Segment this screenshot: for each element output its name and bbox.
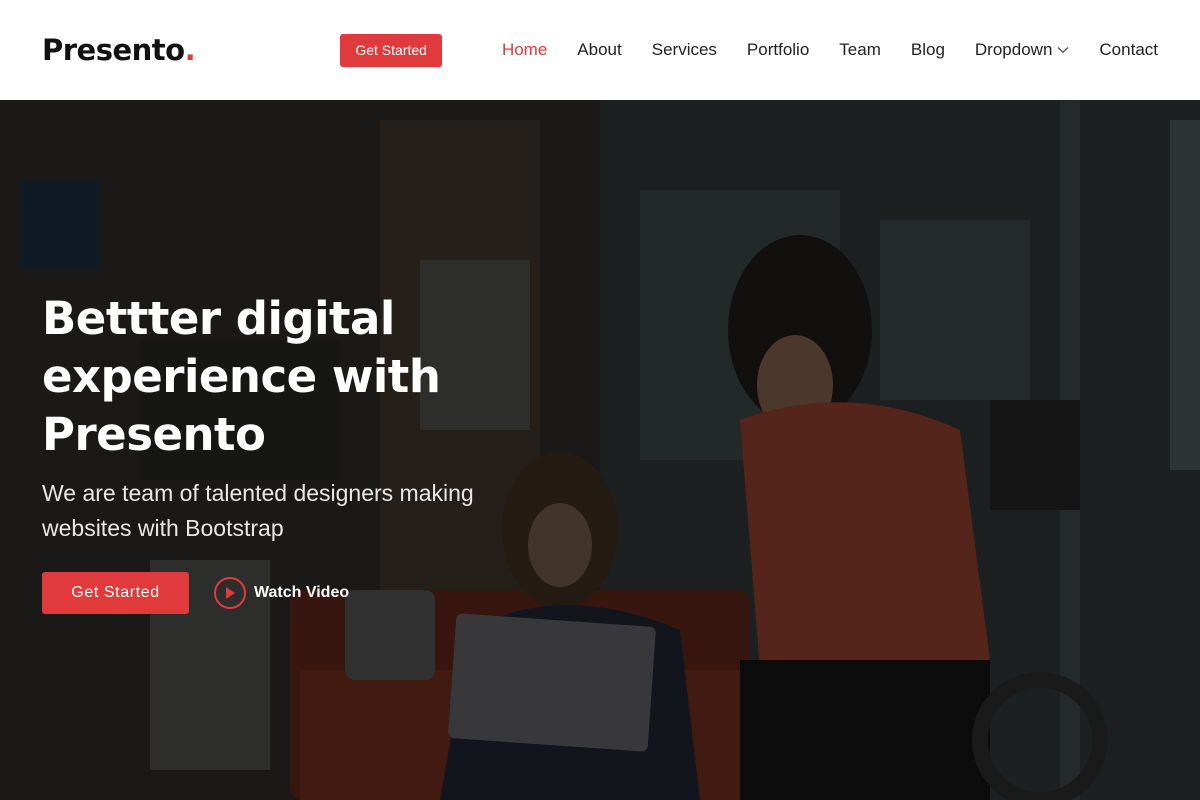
hero-title-line: experience with: [42, 350, 441, 403]
header-get-started-button[interactable]: Get Started: [340, 33, 442, 67]
nav-dropdown[interactable]: Dropdown: [975, 40, 1070, 60]
hero-subtitle: We are team of talented designers making…: [42, 480, 474, 541]
nav-about[interactable]: About: [577, 40, 621, 60]
nav-dropdown-label: Dropdown: [974, 40, 1053, 59]
watch-video-button[interactable]: Watch Video: [214, 577, 349, 609]
play-icon: [214, 577, 246, 609]
hero-section: Bettter digital experience with Presento…: [0, 100, 1200, 800]
hero-title-line: Bettter digital: [42, 292, 395, 345]
chevron-down-icon: [1057, 46, 1069, 54]
hero-title-line: Presento: [42, 408, 266, 461]
logo[interactable]: Presento.: [42, 33, 196, 67]
hero-content: Bettter digital experience with Presento…: [42, 290, 562, 614]
hero-get-started-button[interactable]: Get Started: [42, 572, 189, 614]
hero-title: Bettter digital experience with Presento: [42, 290, 562, 464]
nav-blog[interactable]: Blog: [911, 40, 945, 60]
site-header: Presento. Get Started Home About Service…: [0, 0, 1200, 100]
logo-text: Presento: [42, 33, 185, 67]
watch-video-label: Watch Video: [254, 584, 350, 601]
main-nav: Get Started Home About Services Portfoli…: [340, 33, 1158, 67]
logo-dot: .: [184, 33, 196, 67]
nav-portfolio[interactable]: Portfolio: [747, 40, 809, 60]
nav-home[interactable]: Home: [502, 40, 547, 60]
hero-actions: Get Started Watch Video: [42, 572, 562, 614]
nav-team[interactable]: Team: [839, 40, 881, 60]
nav-services[interactable]: Services: [652, 40, 717, 60]
nav-contact[interactable]: Contact: [1099, 40, 1158, 60]
